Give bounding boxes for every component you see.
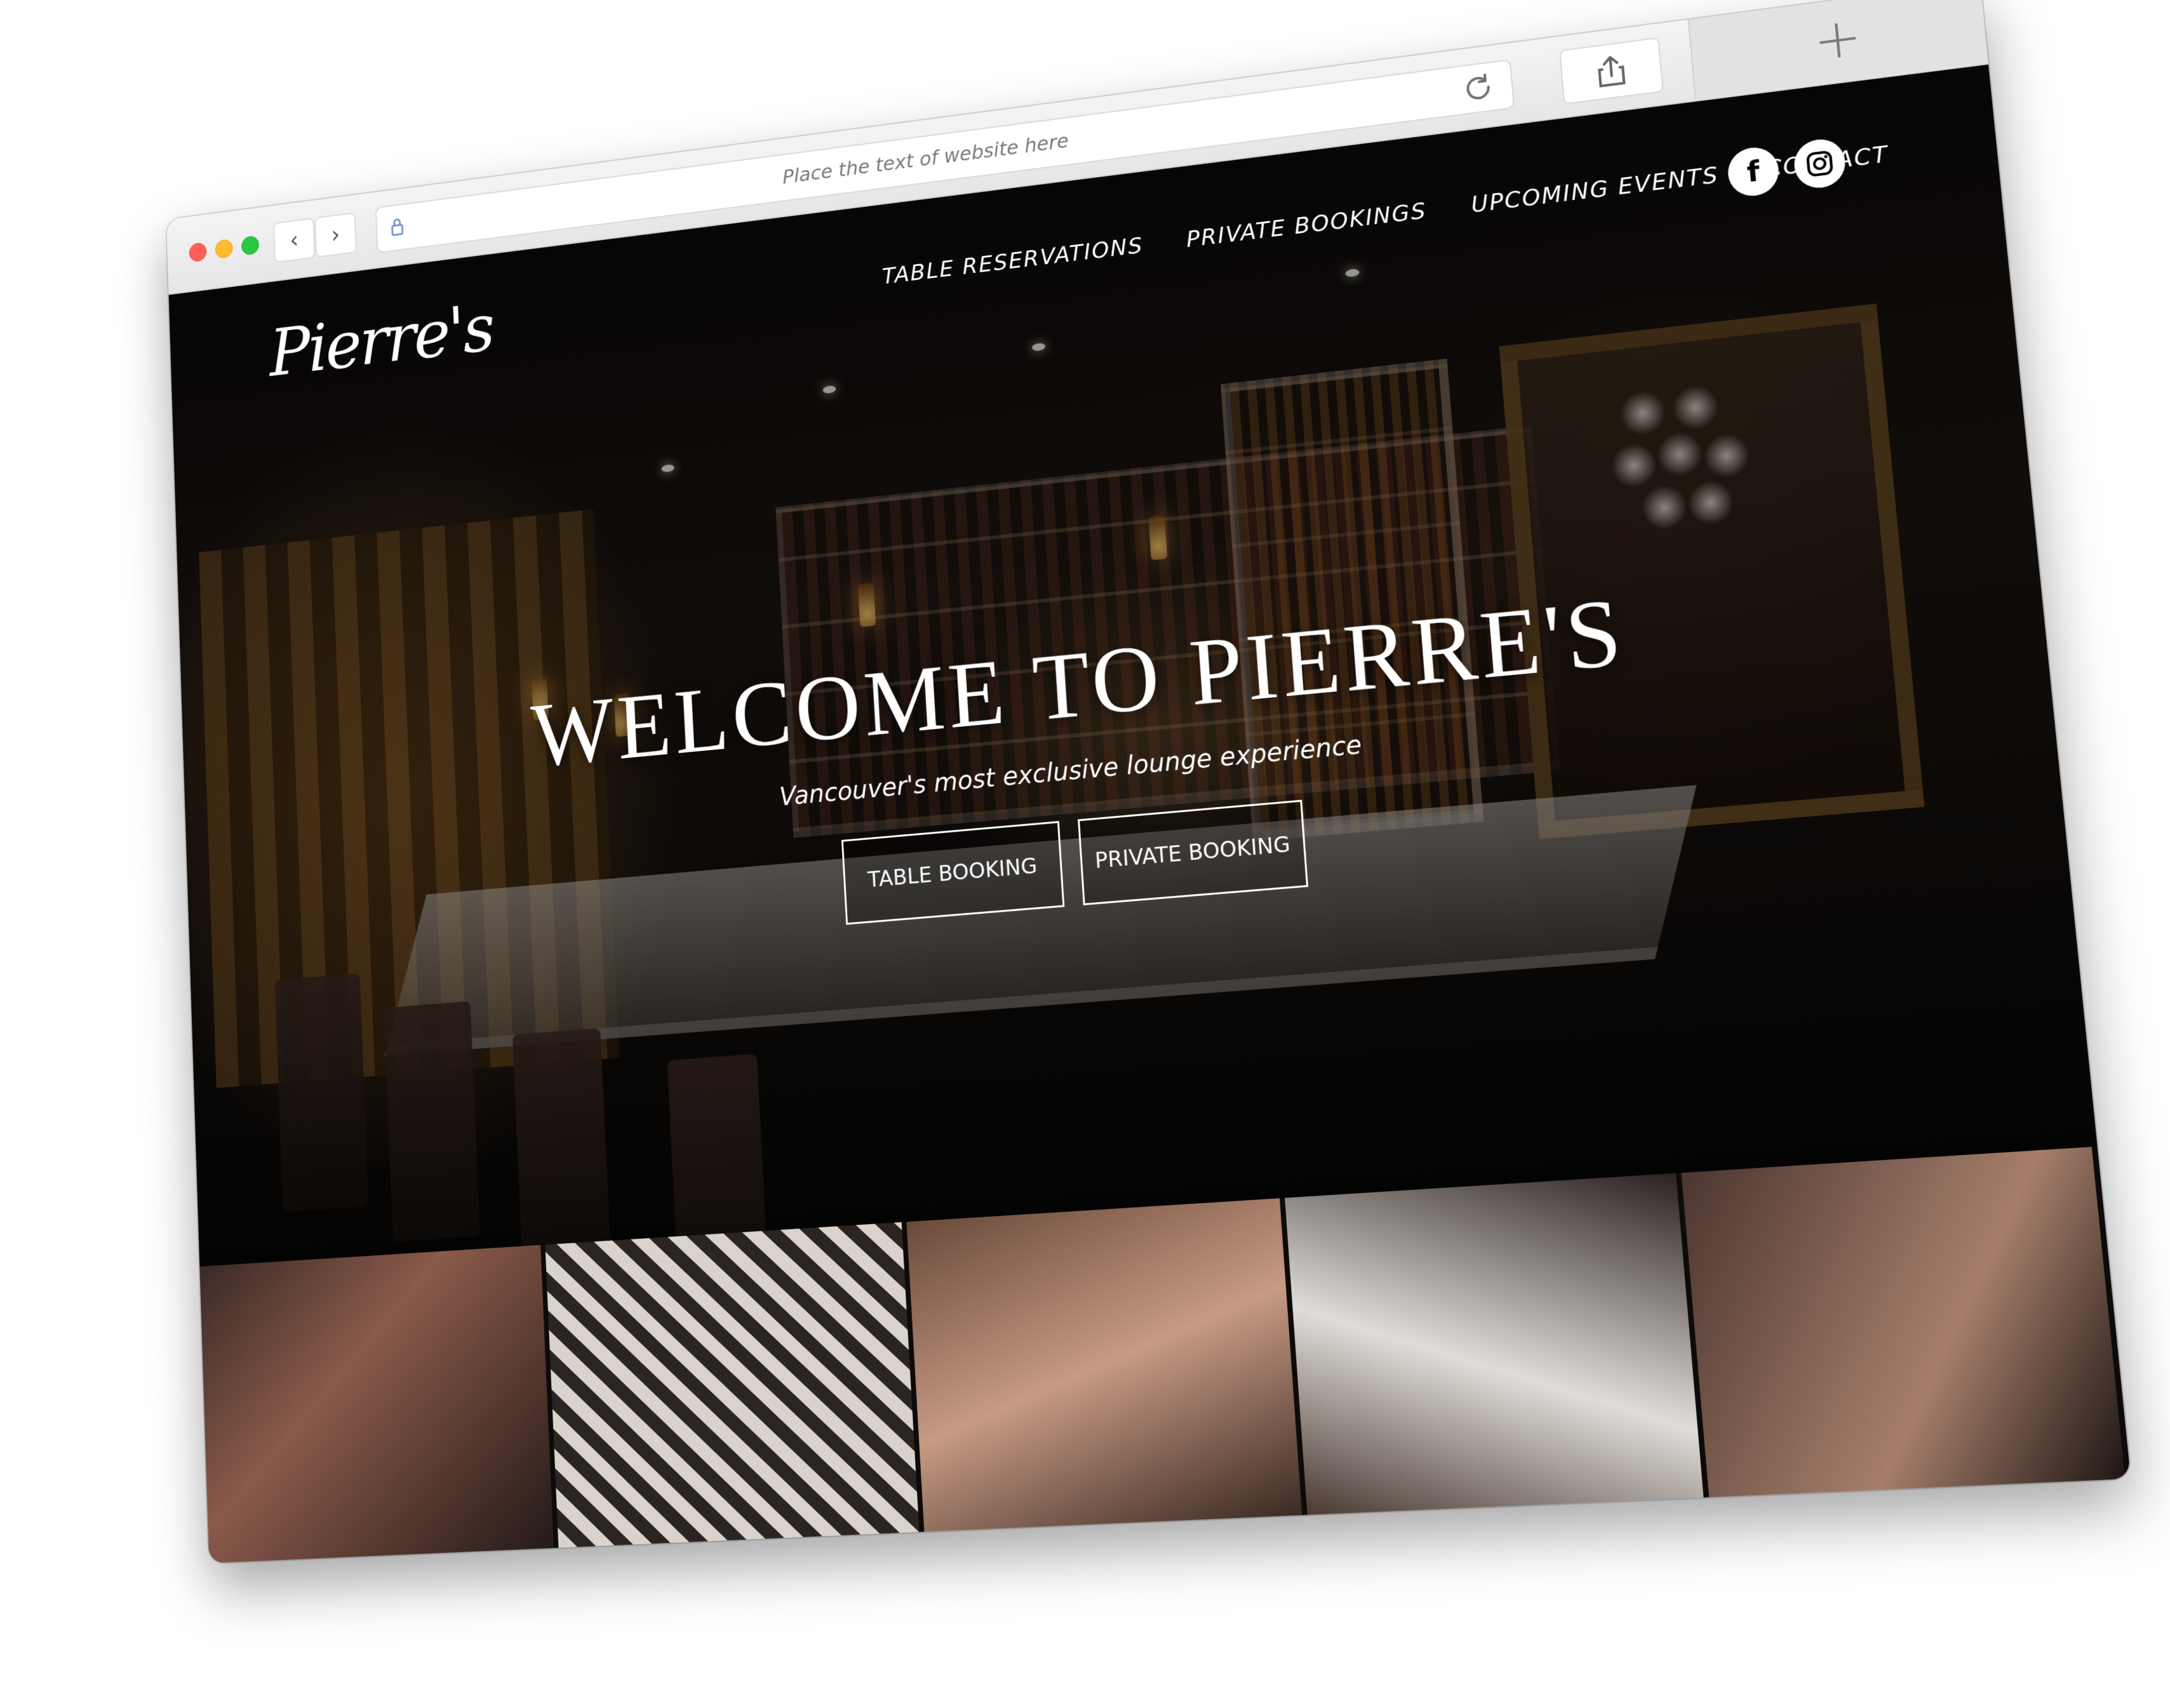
website-viewport: Pierre's TABLE RESERVATIONS PRIVATE BOOK… xyxy=(168,64,2131,1563)
gallery-photo[interactable] xyxy=(906,1198,1308,1532)
gallery-photo[interactable] xyxy=(1285,1173,1710,1515)
back-button[interactable]: ‹ xyxy=(273,217,316,264)
gallery-photo[interactable] xyxy=(1681,1146,2131,1498)
gallery-photo[interactable] xyxy=(545,1222,925,1548)
facebook-icon: f xyxy=(1745,155,1762,189)
share-button[interactable] xyxy=(1559,37,1664,105)
reload-icon[interactable] xyxy=(1459,69,1497,107)
browser-window: ‹ › Place the text of website here Pierr… xyxy=(166,0,2131,1563)
minimize-window-button[interactable] xyxy=(215,238,233,260)
zoom-window-button[interactable] xyxy=(241,235,260,256)
browser-mockup: ‹ › Place the text of website here Pierr… xyxy=(166,0,2131,1563)
share-icon xyxy=(1590,50,1632,91)
gallery-photo[interactable] xyxy=(199,1244,559,1563)
forward-button[interactable]: › xyxy=(314,212,357,258)
plus-icon xyxy=(1812,15,1863,65)
chevron-right-icon: › xyxy=(330,221,341,249)
chevron-left-icon: ‹ xyxy=(289,226,299,255)
table-booking-button[interactable]: TABLE BOOKING xyxy=(841,820,1065,925)
close-window-button[interactable] xyxy=(189,242,207,263)
instagram-icon xyxy=(1804,149,1835,178)
